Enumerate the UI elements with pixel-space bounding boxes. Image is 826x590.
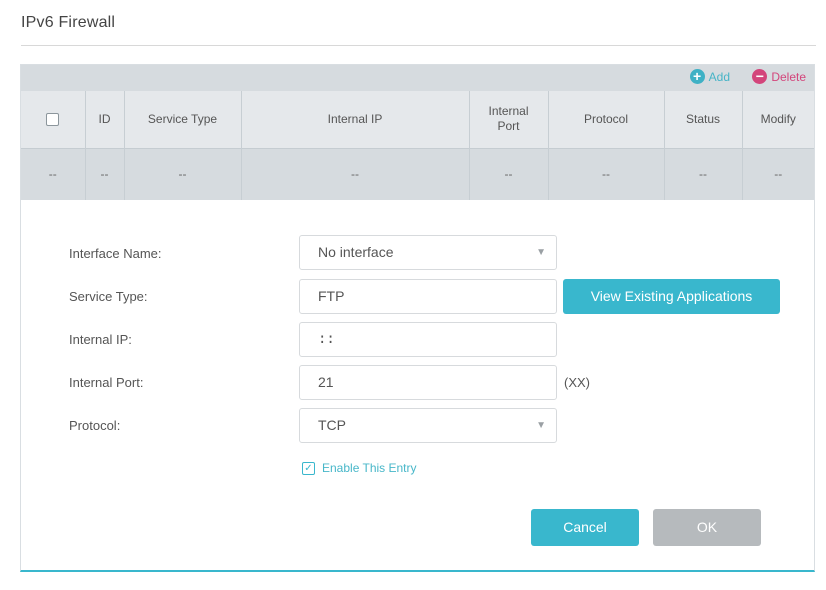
table-cell: -- [85, 148, 125, 200]
internal-ip-input[interactable]: :: [299, 322, 557, 357]
page-title: IPv6 Firewall [21, 14, 116, 31]
title-divider [21, 45, 816, 46]
table-cell: -- [124, 148, 242, 200]
firewall-panel: + Add − Delete ID Service Type Internal … [20, 64, 815, 572]
service-type-value: FTP [318, 288, 345, 304]
table-row: -- -- -- -- -- -- -- -- [21, 148, 814, 200]
port-format-hint: (XX) [564, 375, 590, 390]
delete-label: Delete [771, 69, 806, 84]
ok-button[interactable]: OK [653, 509, 761, 546]
table-cell: -- [548, 148, 665, 200]
col-modify: Modify [760, 112, 796, 127]
col-internal-port-label: Internal Port [488, 104, 529, 134]
internal-port-value: 21 [318, 374, 334, 390]
col-protocol: Protocol [548, 91, 665, 148]
interface-name-select[interactable]: No interface ▼ [299, 235, 557, 270]
view-existing-applications-button[interactable]: View Existing Applications [563, 279, 780, 314]
col-service-type: Service Type [124, 91, 242, 148]
internal-ip-label: Internal IP: [69, 332, 132, 347]
select-all-checkbox[interactable] [46, 113, 60, 127]
service-type-input[interactable]: FTP [299, 279, 557, 314]
table-cell: -- [241, 148, 470, 200]
col-internal-port: Internal Port [469, 91, 549, 148]
table-cell: -- [774, 167, 783, 182]
internal-ip-value: :: [318, 331, 335, 347]
internal-port-input[interactable]: 21 [299, 365, 557, 400]
rules-table: ID Service Type Internal IP Internal Por… [21, 91, 814, 200]
interface-name-label: Interface Name: [69, 246, 162, 261]
col-id: ID [85, 91, 125, 148]
table-toolbar: + Add − Delete [21, 65, 814, 91]
internal-port-label: Internal Port: [69, 375, 144, 390]
protocol-select[interactable]: TCP ▼ [299, 408, 557, 443]
delete-button[interactable]: − Delete [752, 69, 806, 84]
select-all-cell[interactable] [21, 91, 86, 148]
chevron-down-icon: ▼ [536, 247, 546, 258]
table-cell: -- [469, 148, 549, 200]
col-status: Status [664, 91, 743, 148]
enable-entry-label: Enable This Entry [322, 461, 417, 475]
add-button[interactable]: + Add [689, 69, 730, 84]
col-internal-ip: Internal IP [241, 91, 470, 148]
service-type-label: Service Type: [69, 289, 148, 304]
cancel-button[interactable]: Cancel [531, 509, 639, 546]
enable-entry-checkbox[interactable]: ✓ [302, 461, 315, 475]
interface-name-value: No interface [318, 244, 394, 260]
plus-circle-icon: + [689, 69, 705, 84]
add-label: Add [708, 69, 730, 84]
enable-entry-toggle[interactable]: ✓ Enable This Entry [302, 461, 417, 475]
table-cell: -- [21, 148, 86, 200]
chevron-down-icon: ▼ [536, 420, 546, 431]
protocol-value: TCP [318, 417, 346, 433]
minus-circle-icon: − [752, 69, 768, 84]
table-header-row: ID Service Type Internal IP Internal Por… [21, 91, 814, 148]
table-cell: -- [664, 148, 743, 200]
protocol-label: Protocol: [69, 418, 121, 433]
